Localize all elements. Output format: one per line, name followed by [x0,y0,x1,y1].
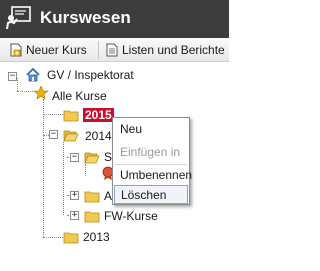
context-menu: Neu Einfügen in Umbenennen Löschen [112,117,192,205]
child-a-expand-toggle[interactable]: + [70,191,79,200]
menu-item-new[interactable]: Neu [114,120,188,139]
child-s-collapse-toggle[interactable]: − [70,153,79,162]
app-header: Kurswesen [0,0,229,38]
new-course-label: Neuer Kurs [26,43,87,57]
new-course-button[interactable]: Neuer Kurs [10,42,87,58]
tree-node-a[interactable]: A [104,189,112,203]
lists-reports-button[interactable]: Listen und Berichte [106,42,225,58]
root-collapse-toggle[interactable]: − [8,72,17,81]
folder-icon [84,191,100,203]
open-folder-icon [63,130,79,142]
menu-item-paste-into[interactable]: Einfügen in [114,143,188,162]
folder-icon [63,232,79,244]
tree-node-2015[interactable]: 2015 [83,108,114,122]
menu-item-delete[interactable]: Löschen [114,185,188,204]
tree-node-2013[interactable]: 2013 [83,230,110,244]
menu-item-rename[interactable]: Umbenennen [114,166,192,185]
year-2014-collapse-toggle[interactable]: − [49,130,58,139]
tree-node-fw-courses[interactable]: FW-Kurse [104,209,158,223]
star-ribbon-icon [33,86,49,100]
tree-node-root[interactable]: GV / Inspektorat [47,68,134,82]
report-document-icon [106,43,118,57]
app-title: Kurswesen [40,8,131,27]
menu-separator [115,164,187,165]
home-icon [26,68,40,82]
toolbar-separator [98,41,99,59]
tree-node-2014[interactable]: 2014 [85,129,112,143]
tree-node-s[interactable]: S [104,150,112,164]
lists-reports-label: Listen und Berichte [122,43,225,57]
fw-courses-expand-toggle[interactable]: + [70,211,79,220]
open-folder-icon [84,152,100,164]
tree-node-all-courses[interactable]: Alle Kurse [52,89,107,103]
toolbar: Neuer Kurs Listen und Berichte [0,38,229,62]
folder-icon [63,110,79,122]
presentation-board-icon [6,6,31,30]
folder-icon [84,211,100,223]
new-document-icon [10,43,22,57]
